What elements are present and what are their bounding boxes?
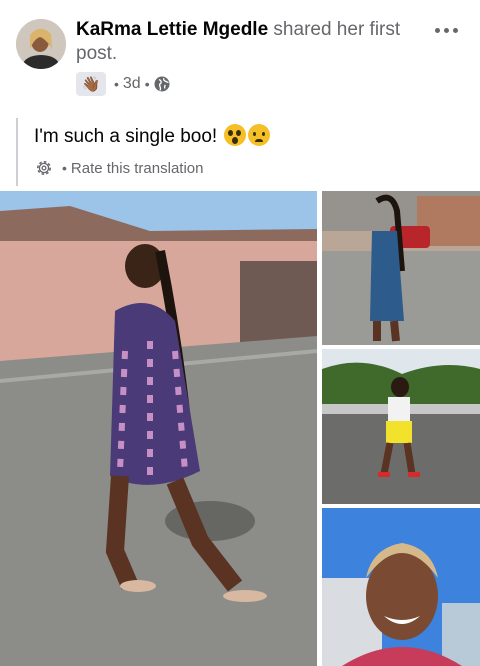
rate-translation[interactable]: • Rate this translation <box>34 158 203 178</box>
separator-dot: • <box>114 76 119 92</box>
separator-dot: • <box>62 160 67 176</box>
photo-woman-yellow-shorts[interactable] <box>322 349 480 504</box>
post-meta: 👋🏾 • 3d • <box>76 72 170 96</box>
rate-translation-label[interactable]: Rate this translation <box>71 160 204 177</box>
photo-grid <box>0 191 480 666</box>
globe-icon[interactable] <box>154 76 170 92</box>
post-text-content: I'm such a single boo! <box>34 126 218 147</box>
gear-icon <box>37 161 51 175</box>
post-time[interactable]: 3d <box>123 75 141 93</box>
separator-dot: • <box>144 76 150 92</box>
avatar-image <box>16 19 66 69</box>
post-text: I'm such a single boo! <box>34 124 271 149</box>
wave-icon: 👋🏾 <box>76 72 106 96</box>
worried-face-emoji <box>248 124 271 146</box>
translated-post: I'm such a single boo! • Rate this trans… <box>16 118 464 186</box>
post-header-text: KaRma Lettie Mgedle shared her first pos… <box>76 18 428 66</box>
photo-woman-smiling-selfie[interactable] <box>322 508 480 666</box>
photo-woman-walking-street[interactable] <box>0 191 317 666</box>
flushed-face-emoji <box>224 124 247 146</box>
more-options-icon[interactable] <box>430 18 462 42</box>
photo-woman-denim-dress[interactable] <box>322 191 480 345</box>
author-name[interactable]: KaRma Lettie Mgedle <box>76 19 268 40</box>
avatar[interactable] <box>16 19 66 69</box>
post-header: KaRma Lettie Mgedle shared her first pos… <box>0 0 480 108</box>
